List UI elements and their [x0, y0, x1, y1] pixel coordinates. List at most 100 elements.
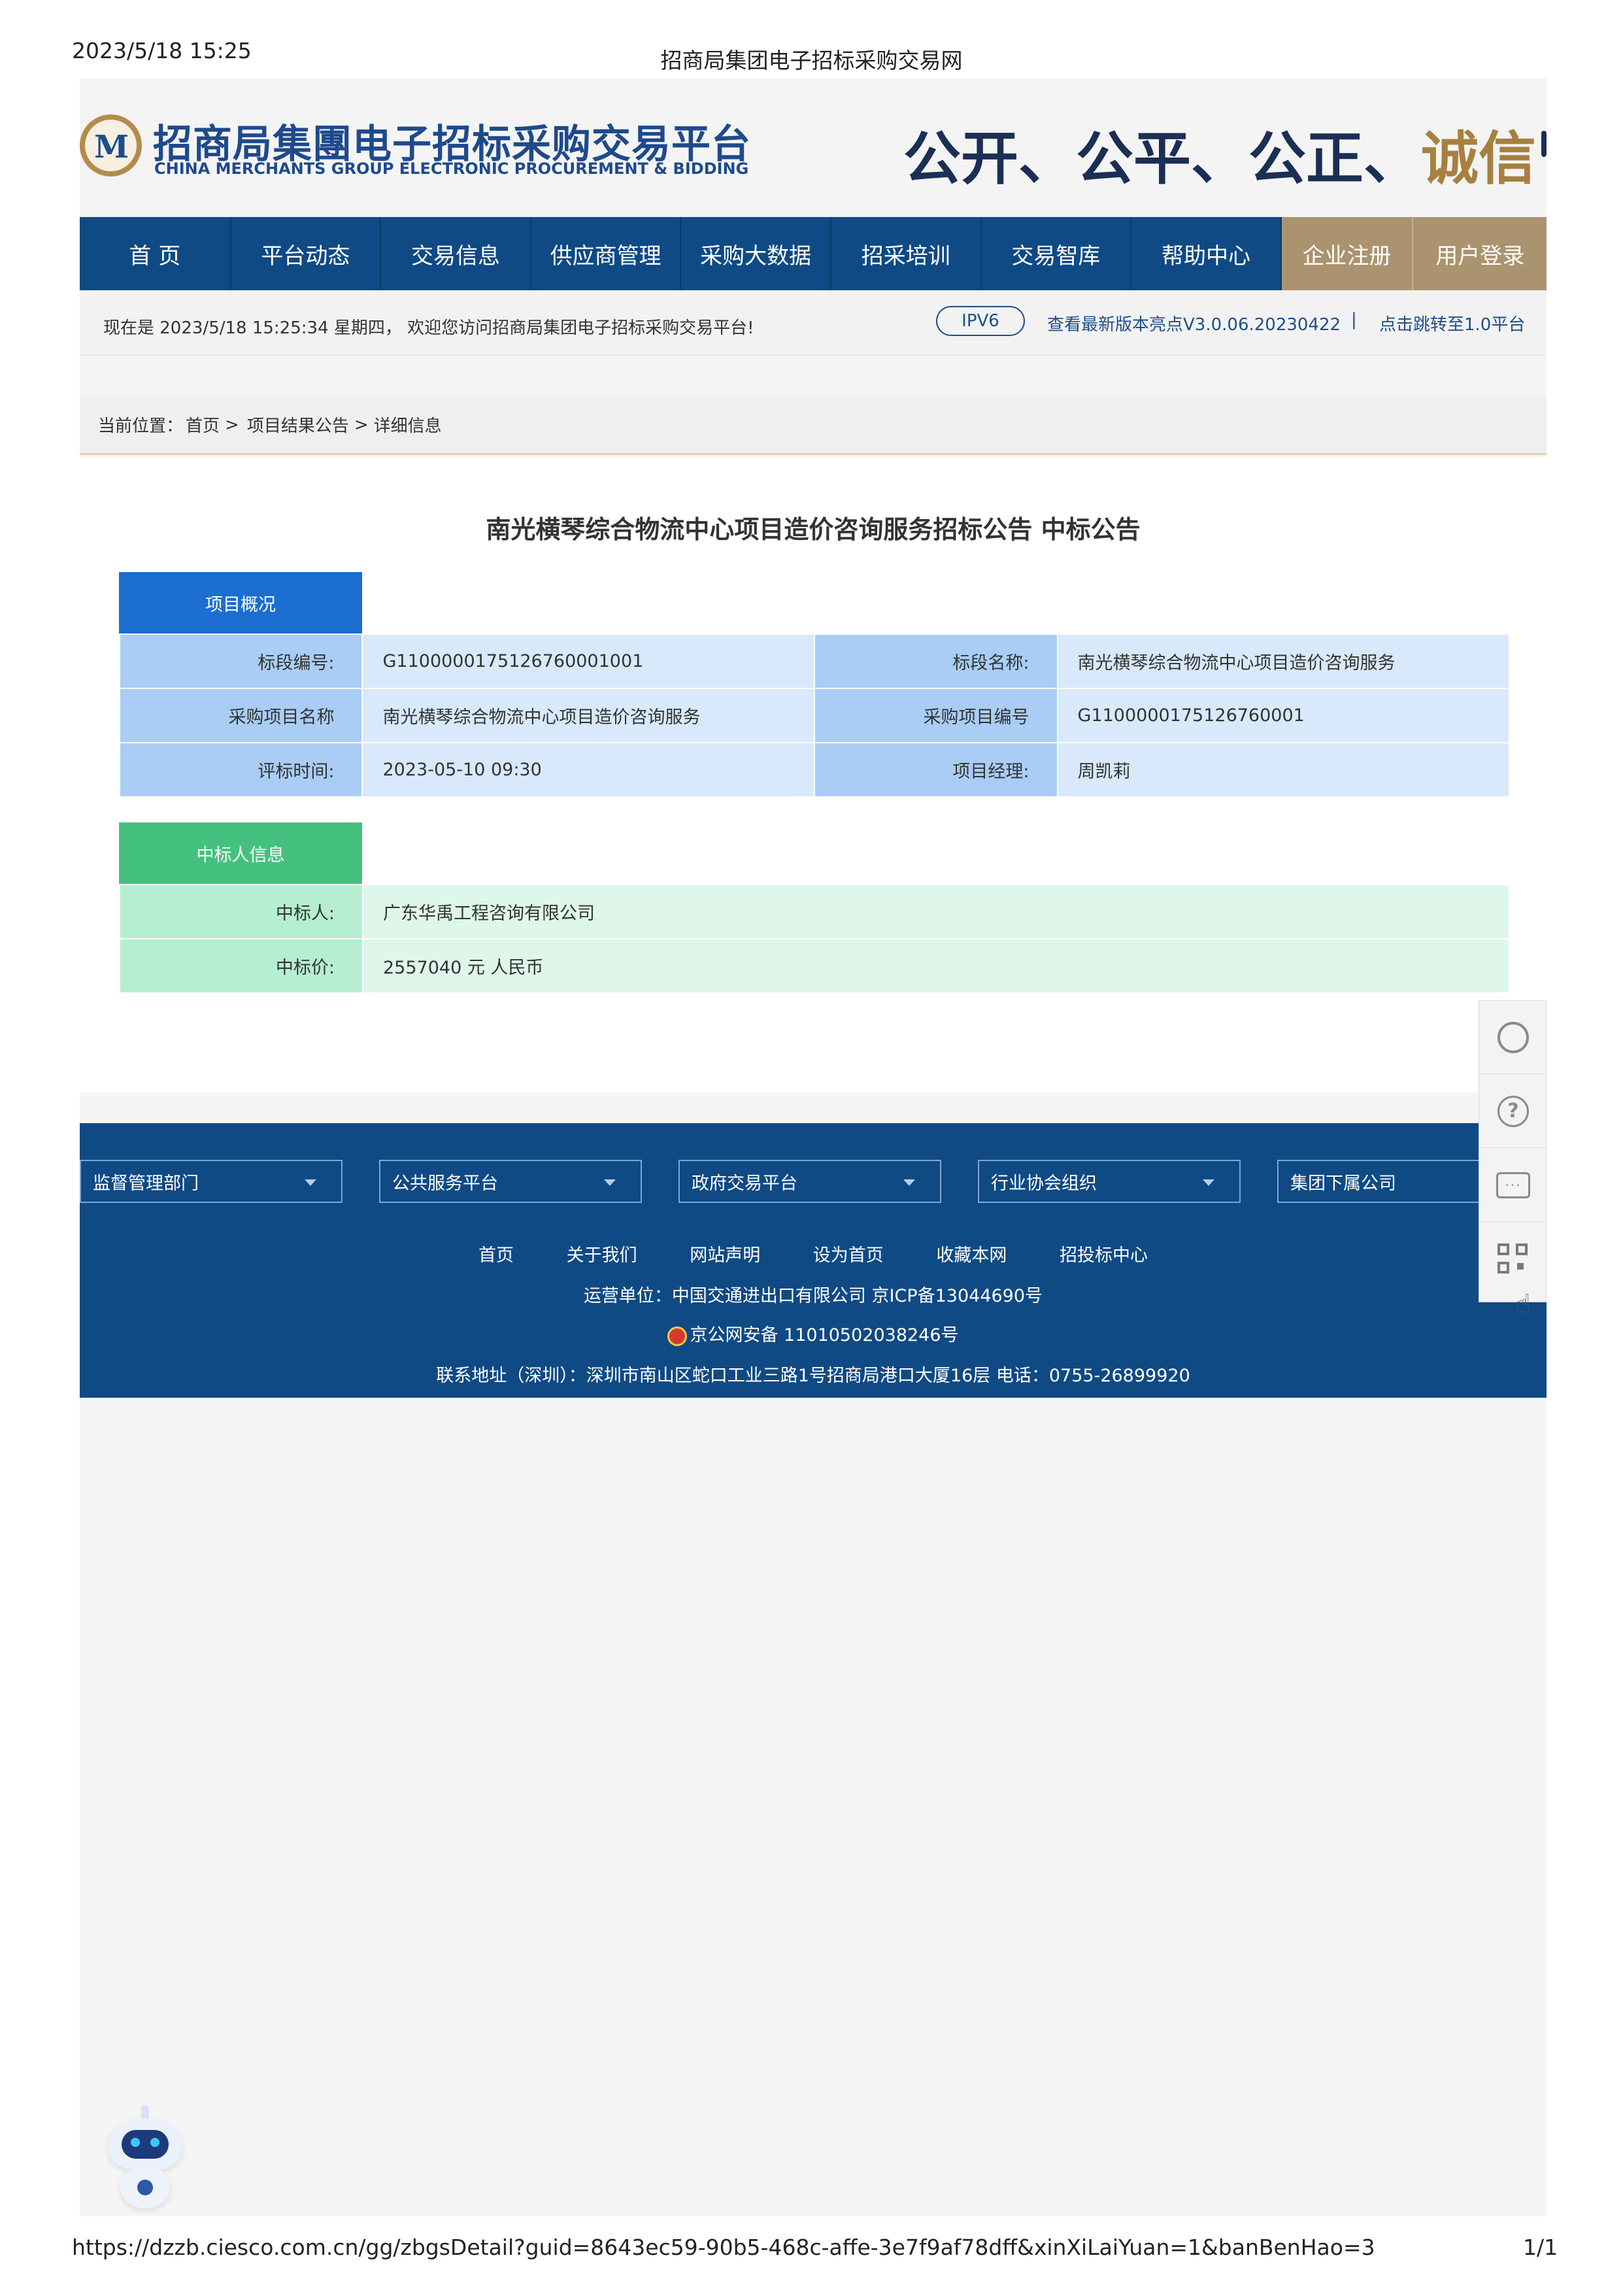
- overview-table: 标段编号: G1100000175126760001001 标段名称: 南光横琴…: [118, 633, 1511, 798]
- footer-link-statement[interactable]: 网站声明: [690, 1245, 760, 1266]
- breadcrumb-result-notice[interactable]: 项目结果公告: [247, 413, 349, 437]
- footer-link-home[interactable]: 首页: [478, 1245, 514, 1266]
- table-row: 标段编号: G1100000175126760001001 标段名称: 南光横琴…: [118, 633, 1511, 689]
- robot-badge: [137, 2180, 153, 2195]
- dropdown-subsidiaries[interactable]: 集团下属公司: [1277, 1160, 1486, 1203]
- dropdown-label: 政府交易平台: [692, 1173, 797, 1194]
- login-button[interactable]: 用户登录: [1412, 217, 1547, 290]
- footer-police: 京公网安备 11010502038246号: [80, 1321, 1547, 1346]
- version-link[interactable]: 查看最新版本亮点V3.0.06.20230422: [1047, 311, 1341, 335]
- chevron-down-icon: [1203, 1179, 1214, 1186]
- assistant-robot-icon[interactable]: [103, 2100, 188, 2211]
- nav-trade-info[interactable]: 交易信息: [381, 217, 531, 290]
- slogan-gold: 诚信: [1421, 124, 1537, 192]
- nav-think-tank[interactable]: 交易智库: [982, 217, 1132, 290]
- welcome-text: 现在是 2023/5/18 15:25:34 星期四， 欢迎您访问招商局集团电子…: [103, 318, 754, 338]
- robot-eye: [150, 2138, 159, 2147]
- dropdown-associations[interactable]: 行业协会组织: [978, 1160, 1241, 1203]
- nav-supplier[interactable]: 供应商管理: [531, 217, 682, 290]
- cell-label: 项目经理:: [814, 742, 1058, 798]
- question-icon: ?: [1498, 1095, 1529, 1127]
- dropdown-gov-trade[interactable]: 政府交易平台: [678, 1160, 941, 1203]
- police-record[interactable]: 京公网安备 11010502038246号: [690, 1325, 958, 1345]
- site-banner: M 招商局集團电子招标采购交易平台 CHINA MERCHANTS GROUP …: [80, 78, 1547, 217]
- print-title: 招商局集团电子招标采购交易网: [660, 48, 963, 73]
- footer-link-about[interactable]: 关于我们: [567, 1245, 637, 1266]
- cell-label: 采购项目名称: [118, 688, 363, 743]
- jump-v1-link[interactable]: 点击跳转至1.0平台: [1379, 311, 1525, 335]
- headset-icon: [1498, 1021, 1529, 1053]
- qrcode-button[interactable]: [1479, 1223, 1547, 1296]
- customer-service-button[interactable]: [1479, 1001, 1547, 1074]
- breadcrumb-separator: >: [354, 414, 369, 435]
- site-footer: 监督管理部门 公共服务平台 政府交易平台 行业协会组织 集团下属公司 首页 关于…: [80, 1123, 1547, 1398]
- table-row: 评标时间: 2023-05-10 09:30 项目经理: 周凯莉: [118, 742, 1511, 798]
- cell-label: 标段编号:: [118, 633, 363, 689]
- chevron-down-icon: [604, 1179, 616, 1186]
- dropdown-supervision[interactable]: 监督管理部门: [80, 1160, 343, 1203]
- print-footer: https://dzzb.ciesco.com.cn/gg/zbgsDetail…: [0, 2235, 1623, 2267]
- register-button[interactable]: 企业注册: [1281, 217, 1413, 290]
- cell-value: 广东华禹工程咨询有限公司: [362, 884, 1510, 939]
- footer-address: 联系地址（深圳）：深圳市南山区蛇口工业三路1号招商局港口大厦16层 电话：075…: [436, 1366, 1190, 1386]
- dropdown-label: 监督管理部门: [93, 1173, 199, 1194]
- help-button[interactable]: ?: [1479, 1075, 1547, 1148]
- robot-eye: [131, 2138, 140, 2147]
- footer-link-set-home[interactable]: 设为首页: [813, 1245, 884, 1266]
- robot-antenna: [141, 2105, 149, 2119]
- table-row: 中标价: 2557040 元 人民币: [119, 938, 1510, 994]
- winner-table: 中标人: 广东华禹工程咨询有限公司 中标价: 2557040 元 人民币: [119, 884, 1510, 994]
- cell-value: 南光横琴综合物流中心项目造价咨询服务: [361, 688, 816, 743]
- cell-label: 评标时间:: [118, 742, 363, 798]
- police-badge-icon: [667, 1326, 688, 1346]
- breadcrumb-home[interactable]: 首页: [186, 413, 220, 437]
- nav-platform-news[interactable]: 平台动态: [231, 217, 382, 290]
- message-button[interactable]: ···: [1479, 1149, 1547, 1222]
- notice-content: 南光横琴综合物流中心项目造价咨询服务招标公告 中标公告 项目概况 标段编号: G…: [80, 457, 1547, 1092]
- page: M 招商局集團电子招标采购交易平台 CHINA MERCHANTS GROUP …: [80, 78, 1547, 2216]
- dropdown-public-service[interactable]: 公共服务平台: [379, 1160, 642, 1203]
- footer-operator: 运营单位：中国交通进出口有限公司 京ICP备13044690号: [583, 1286, 1043, 1306]
- ipv6-badge: IPV6: [936, 306, 1025, 336]
- tab-winner-info[interactable]: 中标人信息: [119, 822, 362, 884]
- notice-title: 南光横琴综合物流中心项目造价咨询服务招标公告 中标公告: [486, 515, 1141, 544]
- logo-icon[interactable]: M: [80, 114, 142, 177]
- dropdown-label: 公共服务平台: [392, 1173, 498, 1194]
- table-row: 中标人: 广东华禹工程咨询有限公司: [119, 884, 1510, 939]
- slogan: 公开、公平、公正、诚信: [903, 112, 1536, 195]
- breadcrumb-separator: >: [225, 414, 239, 435]
- cell-label: 中标价:: [119, 938, 363, 994]
- cell-value: 2023-05-10 09:30: [361, 742, 816, 798]
- nav-help[interactable]: 帮助中心: [1131, 217, 1282, 290]
- robot-face: [122, 2130, 169, 2159]
- cell-value: 2557040 元 人民币: [362, 938, 1510, 994]
- breadcrumb-current: 详细信息: [373, 416, 442, 436]
- nav-training[interactable]: 招采培训: [831, 217, 982, 290]
- dropdown-label: 行业协会组织: [991, 1173, 1097, 1194]
- cell-value: 南光横琴综合物流中心项目造价咨询服务: [1056, 633, 1511, 689]
- breadcrumb-prefix: 当前位置：: [98, 416, 184, 436]
- cell-value: 周凯莉: [1056, 742, 1511, 798]
- footer-link-bookmark[interactable]: 收藏本网: [936, 1245, 1007, 1266]
- info-bar: 现在是 2023/5/18 15:25:34 星期四， 欢迎您访问招商局集团电子…: [80, 290, 1547, 356]
- tab-project-overview[interactable]: 项目概况: [119, 572, 362, 633]
- cell-label: 采购项目编号: [814, 688, 1058, 743]
- link-separator: |: [1351, 310, 1357, 329]
- slogan-part: 公开、公平、公正、: [903, 124, 1422, 192]
- chevron-down-icon: [305, 1179, 316, 1186]
- print-header: 2023/5/18 15:25 招商局集团电子招标采购交易网: [0, 38, 1623, 77]
- slogan-mark: [1541, 131, 1547, 157]
- main-nav: 首 页 平台动态 交易信息 供应商管理 采购大数据 招采培训 交易智库 帮助中心…: [80, 217, 1547, 290]
- chevron-down-icon: [903, 1179, 915, 1186]
- chat-icon: ···: [1496, 1172, 1530, 1198]
- print-page-number: 1/1: [1523, 2235, 1558, 2260]
- hand-pointer-icon: ☝: [1515, 1289, 1531, 1319]
- footer-link-bidding-center[interactable]: 招投标中心: [1060, 1245, 1148, 1266]
- cell-value: G1100000175126760001001: [361, 633, 816, 689]
- nav-big-data[interactable]: 采购大数据: [681, 217, 831, 290]
- cell-label: 中标人:: [119, 884, 363, 939]
- side-toolbar: ? ···: [1479, 1000, 1547, 1302]
- nav-home[interactable]: 首 页: [80, 217, 231, 290]
- cell-label: 标段名称:: [814, 633, 1058, 689]
- qrcode-icon: [1498, 1243, 1529, 1275]
